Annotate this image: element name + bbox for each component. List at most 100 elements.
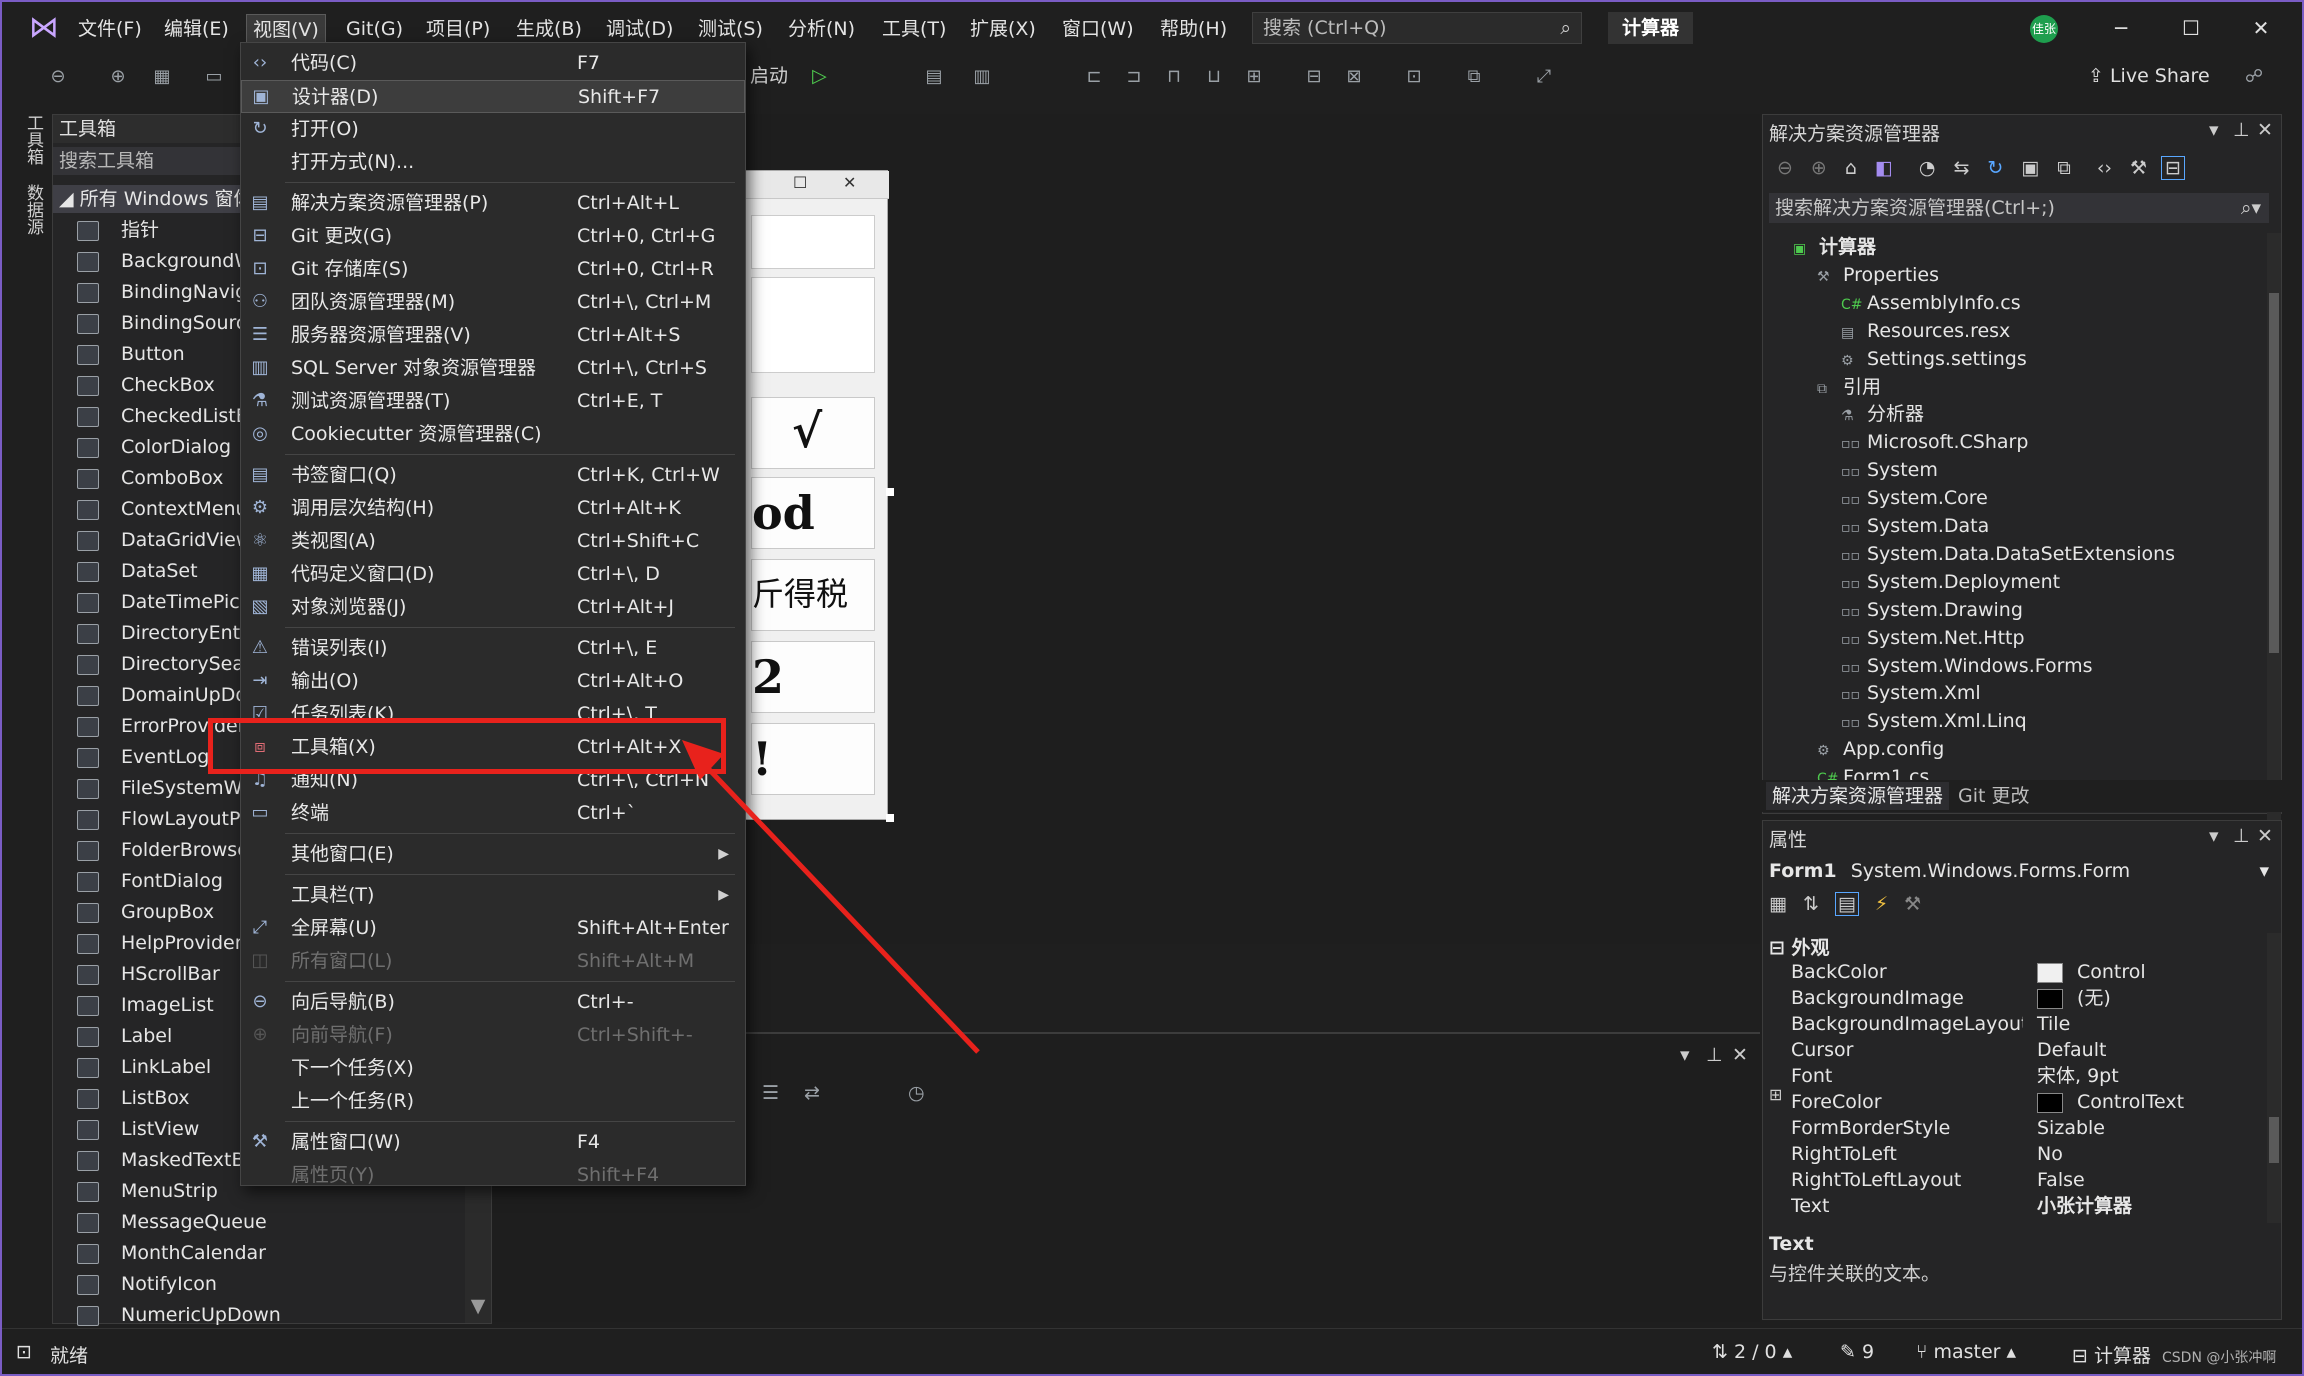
property-value-cell[interactable]: 宋体, 9pt <box>2037 1063 2119 1089</box>
tree-node[interactable]: ▤ Resources.resx <box>1841 317 2010 345</box>
back-icon[interactable]: ⊖ <box>1777 157 1793 179</box>
toolbox-item[interactable]: DirectoryEntr <box>77 618 248 649</box>
switch-view-icon[interactable]: ◧ <box>1875 157 1893 179</box>
toolbox-item[interactable]: NotifyIcon <box>77 1269 217 1300</box>
property-value-cell[interactable]: No <box>2037 1141 2063 1167</box>
properties-scrollbar[interactable] <box>2267 933 2281 1223</box>
align-middle-icon[interactable]: ⊞ <box>1242 64 1266 90</box>
property-value-cell[interactable]: Control <box>2037 959 2146 985</box>
toolbox-item[interactable]: MessageQueue <box>77 1207 267 1238</box>
menu-git[interactable]: Git(G) <box>340 14 409 44</box>
tree-node[interactable]: ⚒ Properties <box>1817 261 1939 289</box>
view-menu-item[interactable]: 打开方式(N)... <box>241 146 745 179</box>
feedback-icon[interactable]: ☍ <box>2242 64 2266 90</box>
tree-node[interactable]: C# AssemblyInfo.cs <box>1841 289 2021 317</box>
word-wrap-icon[interactable]: ⇄ <box>804 1082 820 1104</box>
property-value-cell[interactable]: Default <box>2037 1037 2106 1063</box>
view-menu-item[interactable]: ▤ 书签窗口(Q) Ctrl+K, Ctrl+W <box>241 459 745 492</box>
tree-node[interactable]: ▫▫ System.Xml <box>1841 679 1981 707</box>
toolbox-item[interactable]: ListBox <box>77 1083 190 1114</box>
view-menu-item[interactable]: ⚇ 团队资源管理器(M) Ctrl+\, Ctrl+M <box>241 286 745 319</box>
property-row[interactable]: FormBorderStyle Sizable <box>1791 1115 2267 1141</box>
toolbox-item[interactable]: BackgroundW <box>77 246 253 277</box>
view-menu-item[interactable]: ⇥ 输出(O) Ctrl+Alt+O <box>241 665 745 698</box>
property-row[interactable]: Cursor Default <box>1791 1037 2267 1063</box>
toolbox-item[interactable]: DomainUpDo <box>77 680 247 711</box>
view-menu-item[interactable]: 上一个任务(R) <box>241 1085 745 1118</box>
start-button[interactable]: 启动 ▷ <box>750 60 827 92</box>
show-all-files-icon[interactable]: ⧉ <box>2057 157 2071 179</box>
toolbox-item[interactable]: LinkLabel <box>77 1052 211 1083</box>
toolbox-item[interactable]: GroupBox <box>77 897 214 928</box>
view-menu-item[interactable]: ⚠ 错误列表(I) Ctrl+\, E <box>241 632 745 665</box>
view-menu-item[interactable]: ▤ 解决方案资源管理器(P) Ctrl+Alt+L <box>241 187 745 220</box>
tree-node[interactable]: ▫▫ System <box>1841 456 1938 484</box>
panel-dropdown-icon[interactable]: ▾ <box>2209 119 2219 141</box>
view-menu-item[interactable]: ▧ 对象浏览器(J) Ctrl+Alt+J <box>241 591 745 624</box>
view-menu-item[interactable]: ⊡ Git 存储库(S) Ctrl+0, Ctrl+R <box>241 253 745 286</box>
property-value-cell[interactable]: (无) <box>2037 985 2111 1011</box>
toolbox-item[interactable]: ListView <box>77 1114 199 1145</box>
back-nav-icon[interactable]: ⊖ <box>46 64 70 90</box>
minimize-icon[interactable]: ─ <box>2098 10 2144 46</box>
toolbox-side-tab[interactable]: 工具箱 <box>23 114 46 165</box>
toolbox-item[interactable]: FolderBrowse <box>77 835 249 866</box>
datasource-side-tab[interactable]: 数据源 <box>23 184 46 235</box>
global-search-input[interactable]: 搜索 (Ctrl+Q) ⌕ <box>1252 12 1582 44</box>
property-row[interactable]: ForeColor ControlText <box>1791 1089 2267 1115</box>
toolbox-item[interactable]: EventLog <box>77 742 209 773</box>
pending-edits[interactable]: ✎ 9 <box>1840 1341 1874 1363</box>
form-maximize-icon[interactable]: ☐ <box>793 173 807 192</box>
tab-git-changes[interactable]: Git 更改 <box>1952 782 2036 810</box>
tree-node[interactable]: ▫▫ System.Drawing <box>1841 596 2023 624</box>
menu-tools[interactable]: 工具(T) <box>876 14 952 44</box>
toolbox-item[interactable]: MenuStrip <box>77 1176 218 1207</box>
menu-build[interactable]: 生成(B) <box>510 14 588 44</box>
tree-node[interactable]: ⧉ 引用 <box>1817 373 1881 401</box>
toolbox-item[interactable]: 指针 <box>77 215 159 246</box>
toolbox-item[interactable]: MonthCalendar <box>77 1238 266 1269</box>
size-icon[interactable]: ⊠ <box>1342 64 1366 90</box>
toolbox-item[interactable]: CheckBox <box>77 370 215 401</box>
tab-order-icon[interactable]: ⤢ <box>1532 64 1556 90</box>
tree-node[interactable]: ▫▫ System.Deployment <box>1841 568 2060 596</box>
toolbox-item[interactable]: HelpProvider <box>77 928 243 959</box>
property-value-cell[interactable]: False <box>2037 1219 2085 1223</box>
align-top-icon[interactable]: ⊔ <box>1202 64 1226 90</box>
view-menu-item[interactable]: ⊟ Git 更改(G) Ctrl+0, Ctrl+G <box>241 220 745 253</box>
forward-nav-icon[interactable]: ⊕ <box>106 64 130 90</box>
menu-help[interactable]: 帮助(H) <box>1154 14 1233 44</box>
toolbox-item[interactable]: DataSet <box>77 556 198 587</box>
toolbox-item[interactable]: NumericUpDown <box>77 1300 281 1331</box>
tab-solution-explorer[interactable]: 解决方案资源管理器 <box>1766 782 1950 810</box>
sync-icon[interactable]: ⇆ <box>1953 157 1969 179</box>
toolbox-item[interactable]: BindingSourc <box>77 308 246 339</box>
layout-icon[interactable]: ▥ <box>970 64 994 90</box>
scrollbar-thumb[interactable] <box>2269 293 2279 653</box>
clock-icon[interactable]: ◷ <box>908 1082 925 1104</box>
panel-close-icon[interactable]: ✕ <box>1732 1044 1748 1066</box>
toolbox-item[interactable]: CheckedListB <box>77 401 249 432</box>
toolbox-item[interactable]: DirectorySear <box>77 649 252 680</box>
view-menu-item[interactable]: 下一个任务(X) <box>241 1052 745 1085</box>
form-mod-button[interactable]: od <box>751 477 875 549</box>
refresh-icon[interactable]: ↻ <box>1987 157 2003 179</box>
pin-icon[interactable]: ⊥ <box>1706 1044 1723 1066</box>
history-icon[interactable]: ◔ <box>1919 157 1936 179</box>
form-factorial-button[interactable]: ! <box>751 723 875 795</box>
tree-node[interactable]: ▫▫ System.Net.Http <box>1841 624 2025 652</box>
form-sqrt-button[interactable]: √ <box>751 397 875 469</box>
view-menu-item[interactable]: 其他窗口(E) ▶ <box>241 838 745 871</box>
home-icon[interactable]: ⌂ <box>1845 157 1857 179</box>
form-tax-button[interactable]: 斤得税 <box>751 559 875 631</box>
menu-file[interactable]: 文件(F) <box>72 14 148 44</box>
view-menu-item[interactable]: 工具栏(T) ▶ <box>241 879 745 912</box>
toolbox-item[interactable]: BindingNavig <box>77 277 247 308</box>
form-result-textbox[interactable] <box>751 277 875 373</box>
menu-debug[interactable]: 调试(D) <box>600 14 679 44</box>
folder-icon[interactable]: ▤ <box>922 64 946 90</box>
menu-window[interactable]: 窗口(W) <box>1056 14 1140 44</box>
view-code-icon[interactable]: ‹› <box>2097 157 2112 179</box>
toolbox-item[interactable]: MaskedTextB <box>77 1145 244 1176</box>
view-menu-item[interactable]: ⊖ 向后导航(B) Ctrl+- <box>241 986 745 1019</box>
